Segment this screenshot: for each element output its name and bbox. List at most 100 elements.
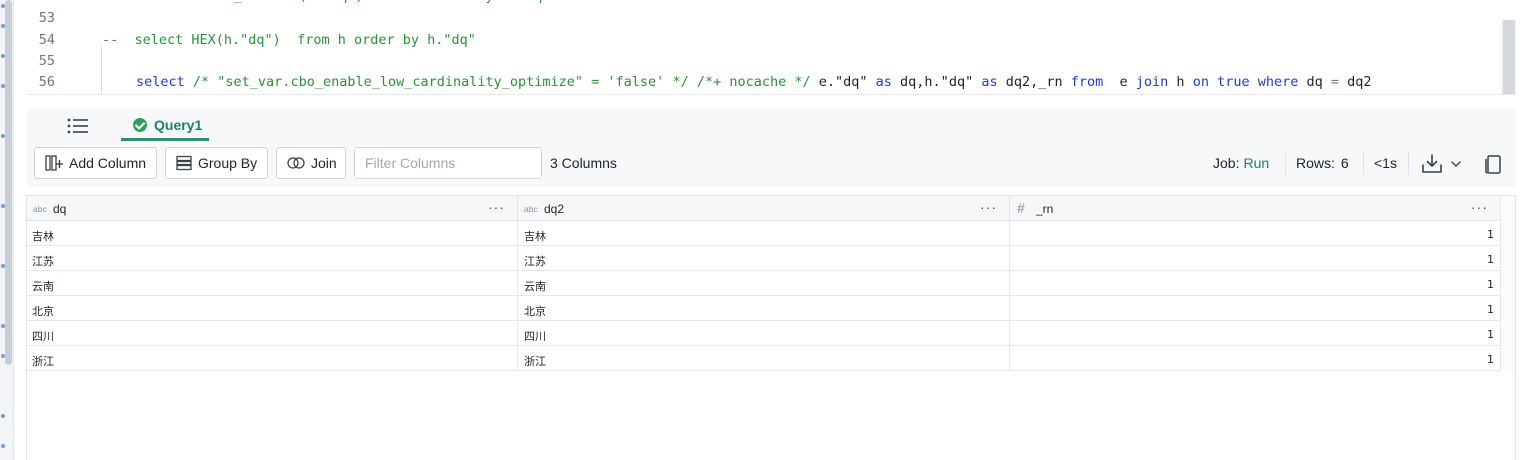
cell-dq[interactable]: 云南	[27, 271, 518, 296]
code-token: -- select HEX(h."dq") from h order by h.…	[102, 32, 476, 48]
number-type-icon: #	[1017, 200, 1025, 216]
code-token: e."dq"	[818, 74, 876, 90]
more-icon[interactable]: ···	[488, 199, 505, 215]
result-toolbar: Add Column Group By Join 3 Columns Job:R…	[27, 141, 1516, 187]
cell-dq2[interactable]: 江苏	[518, 246, 1010, 271]
group-by-icon	[176, 155, 192, 171]
more-icon[interactable]: ···	[980, 199, 997, 215]
code-token: on true where	[1192, 74, 1307, 90]
editor-line[interactable]: 53	[27, 10, 1499, 32]
outer-scrollbar-thumb[interactable]	[5, 0, 12, 365]
code-token: from	[1070, 74, 1104, 90]
filter-columns-input[interactable]	[354, 147, 542, 179]
column-header-dq[interactable]: abc dq ···	[27, 196, 518, 221]
marker-dot	[1, 54, 5, 58]
group-by-button[interactable]: Group By	[165, 147, 268, 179]
code-token: select OCTET_LENGTH (h."dq") from h orde…	[136, 0, 551, 4]
cell-dq[interactable]: 北京	[27, 296, 518, 321]
code-token: h	[1176, 74, 1193, 90]
column-name: _rn	[1036, 202, 1054, 216]
cell-dq2[interactable]: 北京	[518, 296, 1010, 321]
job-status: Job: Run	[1213, 155, 1269, 171]
tab-query1-label: Query1	[154, 117, 203, 133]
add-column-icon	[45, 155, 63, 171]
join-button[interactable]: Join	[276, 147, 346, 179]
job-run-link[interactable]: Run	[1243, 155, 1269, 171]
marker-dot	[1, 4, 5, 8]
success-check-icon	[133, 118, 147, 132]
result-grid: abc dq ··· abc dq2 ··· # _rn ··· 吉林 吉林 1…	[26, 195, 1516, 460]
grid-scrollbar[interactable]	[1500, 196, 1515, 372]
cell-dq[interactable]: 吉林	[27, 221, 518, 246]
cell-dq2[interactable]: 云南	[518, 271, 1010, 296]
rows-count: Rows: 6	[1296, 155, 1349, 171]
more-icon[interactable]: ···	[1471, 199, 1488, 215]
line-number: 55	[38, 53, 55, 69]
editor-line[interactable]: 55	[27, 53, 1499, 75]
column-header-dq2[interactable]: abc dq2 ···	[518, 196, 1010, 221]
code-token: =	[1330, 74, 1348, 90]
cell-dq[interactable]: 江苏	[27, 246, 518, 271]
download-icon	[1422, 154, 1461, 173]
editor-line[interactable]: 54 -- select HEX(h."dq") from h order by…	[27, 32, 1499, 54]
cell-rn[interactable]: 1	[1010, 246, 1501, 271]
copy-button[interactable]	[1482, 152, 1504, 176]
editor-scrollbar-thumb[interactable]	[1503, 20, 1515, 94]
table-row[interactable]: 四川 四川 1	[27, 321, 1501, 346]
code-token: /* "set_var.cbo_enable_low_cardinality_o…	[192, 74, 819, 90]
cell-rn[interactable]: 1	[1010, 346, 1501, 371]
cell-rn[interactable]: 1	[1010, 221, 1501, 246]
table-row[interactable]: 江苏 江苏 1	[27, 246, 1501, 271]
marker-dot	[1, 444, 5, 448]
cell-rn[interactable]: 1	[1010, 321, 1501, 346]
column-name: dq	[53, 202, 67, 216]
toolbar-divider	[1285, 151, 1286, 175]
column-header-rn[interactable]: # _rn ···	[1010, 196, 1501, 221]
job-label: Job:	[1213, 155, 1240, 171]
join-icon	[287, 156, 305, 170]
editor-scrollbar[interactable]	[1501, 20, 1516, 94]
list-icon[interactable]	[67, 117, 89, 135]
table-row[interactable]: 吉林 吉林 1	[27, 221, 1501, 246]
code-token: dq2	[1347, 74, 1372, 90]
toolbar-divider	[1363, 151, 1364, 175]
cell-rn[interactable]: 1	[1010, 271, 1501, 296]
rows-label: Rows:	[1296, 155, 1335, 171]
copy-icon	[1485, 155, 1501, 174]
tab-query1[interactable]: Query1	[121, 108, 209, 141]
cell-dq2[interactable]: 四川	[518, 321, 1010, 346]
table-row[interactable]: 北京 北京 1	[27, 296, 1501, 321]
marker-dot	[1, 414, 5, 418]
result-tabs: Query1	[27, 108, 1516, 141]
marker-dot	[1, 204, 5, 208]
line-number: 54	[38, 32, 55, 48]
table-row[interactable]: 云南 云南 1	[27, 271, 1501, 296]
cell-dq[interactable]: 浙江	[27, 346, 518, 371]
cell-dq[interactable]: 四川	[27, 321, 518, 346]
code-token: dq,h."dq"	[900, 74, 982, 90]
sql-editor[interactable]: 52 select OCTET_LENGTH (h."dq") from h o…	[27, 0, 1516, 95]
line-number: 53	[38, 10, 55, 26]
code-token: as	[981, 74, 1006, 90]
code-token: e	[1103, 74, 1136, 90]
outer-scrollbar[interactable]	[0, 0, 14, 460]
toolbar-divider	[1408, 151, 1409, 175]
cell-dq2[interactable]: 吉林	[518, 221, 1010, 246]
code-text: select OCTET_LENGTH (h."dq") from h orde…	[136, 0, 551, 4]
editor-line[interactable]: 56 select /* "set_var.cbo_enable_low_car…	[27, 74, 1499, 94]
table-row[interactable]: 浙江 浙江 1	[27, 346, 1501, 371]
download-button[interactable]	[1421, 152, 1467, 176]
rows-value: 6	[1340, 155, 1349, 171]
string-type-icon: abc	[524, 204, 538, 214]
join-label: Join	[311, 155, 337, 171]
cell-rn[interactable]: 1	[1010, 296, 1501, 321]
code-token: as	[875, 74, 901, 90]
add-column-button[interactable]: Add Column	[34, 147, 157, 179]
editor-line[interactable]: 52 select OCTET_LENGTH (h."dq") from h o…	[27, 0, 1499, 10]
code-token: select	[136, 74, 193, 90]
code-text: -- select HEX(h."dq") from h order by h.…	[102, 32, 476, 48]
marker-dot	[1, 24, 5, 28]
code-token: dq2,_rn	[1005, 74, 1071, 90]
code-text: select /* "set_var.cbo_enable_low_cardin…	[136, 74, 1372, 90]
cell-dq2[interactable]: 浙江	[518, 346, 1010, 371]
